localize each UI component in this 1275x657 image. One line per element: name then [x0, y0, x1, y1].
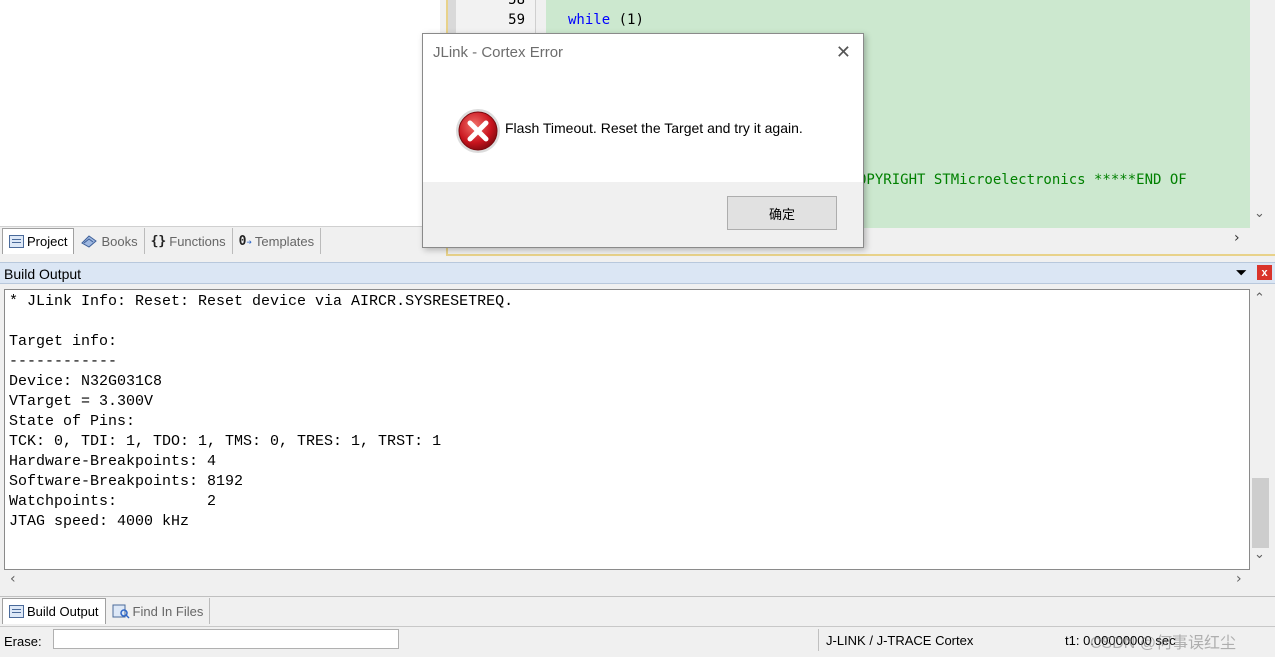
build-output-header: Build Output ⏷ x: [0, 262, 1275, 284]
ok-button[interactable]: 确定: [727, 196, 837, 230]
tab-find-in-files[interactable]: Find In Files: [106, 598, 211, 624]
output-line: TCK: 0, TDI: 1, TDO: 1, TMS: 0, TRES: 1,…: [9, 433, 442, 450]
project-panel: [0, 0, 440, 226]
tab-functions-label: Functions: [169, 233, 226, 249]
output-line: Target info:: [9, 333, 118, 350]
functions-icon: {}: [150, 233, 167, 249]
build-output-icon: [9, 605, 24, 618]
project-icon: [9, 235, 24, 248]
tab-project[interactable]: Project: [2, 228, 75, 254]
scroll-left-icon[interactable]: ‹: [10, 571, 16, 587]
code-line: while (1): [568, 12, 644, 28]
pin-icon[interactable]: ⏷: [1236, 265, 1246, 281]
watermark: CSDN @何事误红尘: [1090, 635, 1237, 652]
status-bar: Erase: J-LINK / J-TRACE Cortex t1: 0.000…: [0, 626, 1275, 657]
error-dialog: JLink - Cortex Error ✕ Flash Timeout. Re…: [422, 33, 864, 248]
tab-build-output-label: Build Output: [27, 604, 99, 619]
tab-templates[interactable]: 0➔ Templates: [233, 228, 322, 254]
editor-vertical-scrollbar[interactable]: ⌄: [1250, 0, 1270, 228]
find-in-files-icon: [112, 604, 130, 619]
output-line: JTAG speed: 4000 kHz: [9, 513, 190, 530]
code-text: (1): [610, 12, 644, 28]
scroll-up-icon[interactable]: ⌃: [1254, 291, 1265, 306]
tab-books[interactable]: Books: [74, 228, 145, 254]
tab-project-label: Project: [27, 234, 68, 249]
erase-label: Erase:: [4, 634, 42, 649]
tab-templates-label: Templates: [254, 233, 315, 249]
output-line: Device: N32G031C8: [9, 373, 163, 390]
output-line: VTarget = 3.300V: [9, 393, 154, 410]
code-comment: OPYRIGHT STMicroelectronics *****END OF: [858, 172, 1187, 188]
build-output-title: Build Output: [4, 266, 82, 282]
dialog-message: Flash Timeout. Reset the Target and try …: [505, 120, 803, 136]
close-icon[interactable]: x: [1257, 265, 1272, 280]
books-icon: [81, 235, 98, 248]
scroll-right-icon[interactable]: ›: [1236, 571, 1242, 587]
tab-functions[interactable]: {} Functions: [145, 228, 233, 254]
output-line: State of Pins:: [9, 413, 136, 430]
line-number: 59: [508, 12, 525, 28]
line-number: 58: [508, 0, 525, 8]
tab-build-output[interactable]: Build Output: [2, 598, 106, 624]
scrollbar-thumb[interactable]: [1252, 478, 1269, 548]
tab-books-label: Books: [101, 233, 138, 249]
output-tabs: Build Output Find In Files: [0, 596, 1275, 624]
dialog-title: JLink - Cortex Error: [433, 44, 564, 61]
output-line: ------------: [9, 353, 118, 370]
scroll-right-icon[interactable]: ›: [1234, 230, 1240, 246]
tab-find-in-files-label: Find In Files: [132, 603, 204, 619]
output-horizontal-scrollbar[interactable]: ‹ ›: [4, 570, 1270, 590]
debugger-status: J-LINK / J-TRACE Cortex: [826, 633, 974, 648]
build-output-text[interactable]: * JLink Info: Reset: Reset device via AI…: [4, 289, 1250, 570]
scroll-down-icon[interactable]: ⌄: [1254, 206, 1265, 221]
left-panel-tabs: Project Books {} Functions 0➔ Templates: [0, 226, 440, 254]
close-icon[interactable]: ✕: [836, 42, 851, 63]
error-icon: [456, 109, 500, 153]
erase-progress-field: [53, 629, 399, 649]
output-line: Hardware-Breakpoints: 4: [9, 453, 217, 470]
status-divider: [818, 629, 819, 651]
scroll-down-icon[interactable]: ⌄: [1254, 547, 1265, 562]
output-line: * JLink Info: Reset: Reset device via AI…: [9, 293, 514, 310]
templates-icon: 0➔: [238, 233, 252, 249]
output-line: Watchpoints: 2: [9, 493, 217, 510]
output-line: Software-Breakpoints: 8192: [9, 473, 244, 490]
dialog-footer: 确定: [423, 182, 863, 247]
code-keyword: while: [568, 12, 611, 28]
